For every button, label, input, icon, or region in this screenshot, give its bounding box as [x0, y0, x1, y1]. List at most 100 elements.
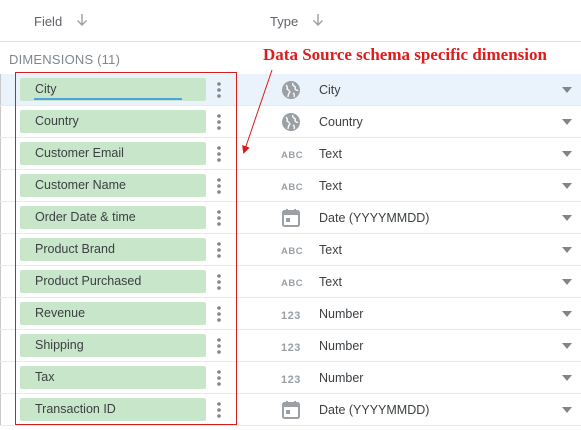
- field-name-label: Product Purchased: [35, 274, 142, 288]
- field-name-label: City: [35, 82, 57, 96]
- type-dropdown-arrow-icon[interactable]: [562, 87, 572, 93]
- field-type-label[interactable]: Number: [319, 339, 363, 353]
- row-edge: [0, 234, 1, 265]
- dimensions-section-label: DIMENSIONS (11): [9, 52, 121, 67]
- svg-text:ABC: ABC: [281, 150, 302, 161]
- type-dropdown-arrow-icon[interactable]: [562, 311, 572, 317]
- abc-icon: ABC: [280, 239, 303, 261]
- sort-arrow-down-icon[interactable]: [75, 13, 89, 27]
- field-type-label[interactable]: Date (YYYYMMDD): [319, 211, 429, 225]
- row-edge: [0, 74, 1, 105]
- svg-text:ABC: ABC: [281, 246, 302, 257]
- number-icon: 123: [280, 335, 302, 357]
- row-edge: [0, 298, 1, 329]
- field-name-chip[interactable]: Transaction ID: [20, 398, 206, 421]
- svg-text:123: 123: [281, 342, 301, 354]
- field-name-chip[interactable]: City: [20, 78, 206, 101]
- field-type-label[interactable]: Date (YYYYMMDD): [319, 403, 429, 417]
- field-name-label: Customer Email: [35, 146, 124, 160]
- type-dropdown-arrow-icon[interactable]: [562, 279, 572, 285]
- field-name-chip[interactable]: Revenue: [20, 302, 206, 325]
- field-name-label: Tax: [35, 370, 55, 384]
- abc-icon: ABC: [280, 175, 303, 197]
- type-dropdown-arrow-icon[interactable]: [562, 119, 572, 125]
- dimension-row[interactable]: Customer Name ABC Text: [0, 170, 581, 202]
- dimension-row[interactable]: Order Date & time Date (YYYYMMDD): [0, 202, 581, 234]
- field-name-label: Transaction ID: [35, 402, 116, 416]
- field-type-label[interactable]: City: [319, 83, 341, 97]
- field-type-label[interactable]: Number: [319, 307, 363, 321]
- calendar-icon: [280, 399, 302, 421]
- type-dropdown-arrow-icon[interactable]: [562, 151, 572, 157]
- row-edge: [0, 330, 1, 361]
- field-type-label[interactable]: Number: [319, 371, 363, 385]
- field-name-chip[interactable]: Product Purchased: [20, 270, 206, 293]
- field-name-chip[interactable]: Order Date & time: [20, 206, 206, 229]
- more-options-icon[interactable]: [214, 81, 224, 99]
- more-options-icon[interactable]: [214, 273, 224, 291]
- row-edge: [0, 138, 1, 169]
- row-edge: [0, 362, 1, 393]
- field-name-chip[interactable]: Shipping: [20, 334, 206, 357]
- field-name-label: Customer Name: [35, 178, 126, 192]
- field-name-chip[interactable]: Tax: [20, 366, 206, 389]
- table-header: Field Type: [0, 0, 581, 42]
- dimension-row[interactable]: Product Purchased ABC Text: [0, 266, 581, 298]
- field-type-label[interactable]: Text: [319, 179, 342, 193]
- dimension-row[interactable]: Tax 123 Number: [0, 362, 581, 394]
- svg-text:ABC: ABC: [281, 182, 302, 193]
- dimension-row[interactable]: Product Brand ABC Text: [0, 234, 581, 266]
- field-name-chip[interactable]: Customer Name: [20, 174, 206, 197]
- field-type-label[interactable]: Text: [319, 147, 342, 161]
- globe-icon: [280, 111, 302, 133]
- annotation-text: Data Source schema specific dimension: [263, 45, 547, 64]
- dimension-row[interactable]: City City: [0, 74, 581, 106]
- type-column-header[interactable]: Type: [270, 14, 298, 29]
- field-name-chip[interactable]: Customer Email: [20, 142, 206, 165]
- sort-arrow-down-icon[interactable]: [311, 13, 325, 27]
- field-name-label: Country: [35, 114, 79, 128]
- type-dropdown-arrow-icon[interactable]: [562, 343, 572, 349]
- type-dropdown-arrow-icon[interactable]: [562, 375, 572, 381]
- field-type-label[interactable]: Country: [319, 115, 363, 129]
- row-edge: [0, 106, 1, 137]
- edit-underline: [34, 98, 182, 100]
- dimension-row[interactable]: Shipping 123 Number: [0, 330, 581, 362]
- type-dropdown-arrow-icon[interactable]: [562, 183, 572, 189]
- more-options-icon[interactable]: [214, 305, 224, 323]
- field-name-label: Shipping: [35, 338, 84, 352]
- dimension-row[interactable]: Transaction ID Date (YYYYMMDD): [0, 394, 581, 426]
- type-dropdown-arrow-icon[interactable]: [562, 215, 572, 221]
- row-edge: [0, 170, 1, 201]
- svg-text:ABC: ABC: [281, 278, 302, 289]
- more-options-icon[interactable]: [214, 401, 224, 419]
- type-dropdown-arrow-icon[interactable]: [562, 247, 572, 253]
- row-edge: [0, 266, 1, 297]
- field-name-chip[interactable]: Country: [20, 110, 206, 133]
- field-name-chip[interactable]: Product Brand: [20, 238, 206, 261]
- field-column-header[interactable]: Field: [34, 14, 62, 29]
- more-options-icon[interactable]: [214, 177, 224, 195]
- dimension-row[interactable]: Country Country: [0, 106, 581, 138]
- more-options-icon[interactable]: [214, 241, 224, 259]
- more-options-icon[interactable]: [214, 209, 224, 227]
- type-dropdown-arrow-icon[interactable]: [562, 407, 572, 413]
- abc-icon: ABC: [280, 143, 303, 165]
- svg-text:123: 123: [281, 374, 301, 386]
- calendar-icon: [280, 207, 302, 229]
- field-name-label: Product Brand: [35, 242, 115, 256]
- field-name-label: Order Date & time: [35, 210, 136, 224]
- field-type-label[interactable]: Text: [319, 243, 342, 257]
- number-icon: 123: [280, 367, 302, 389]
- globe-icon: [280, 79, 302, 101]
- dimension-row[interactable]: Customer Email ABC Text: [0, 138, 581, 170]
- row-edge: [0, 202, 1, 233]
- more-options-icon[interactable]: [214, 145, 224, 163]
- dimension-row[interactable]: Revenue 123 Number: [0, 298, 581, 330]
- more-options-icon[interactable]: [214, 113, 224, 131]
- field-name-label: Revenue: [35, 306, 86, 320]
- more-options-icon[interactable]: [214, 337, 224, 355]
- more-options-icon[interactable]: [214, 369, 224, 387]
- field-type-label[interactable]: Text: [319, 275, 342, 289]
- number-icon: 123: [280, 303, 302, 325]
